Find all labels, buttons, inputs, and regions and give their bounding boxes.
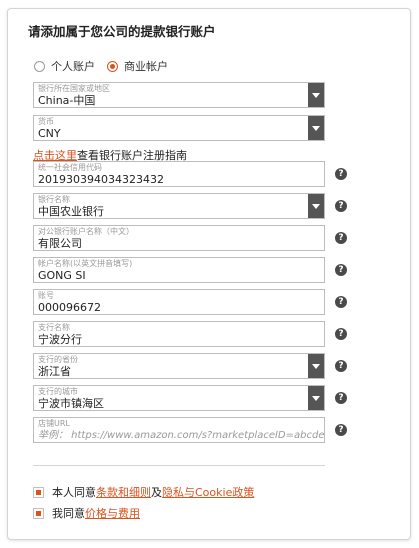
chevron-down-icon[interactable] xyxy=(308,386,324,410)
help-icon[interactable]: ? xyxy=(335,296,347,308)
help-icon[interactable]: ? xyxy=(335,424,347,436)
country-select[interactable]: 银行所在国家或地区 China-中国 xyxy=(33,82,325,108)
field-label: 支行名称 xyxy=(38,323,70,332)
account-name-pinyin-input[interactable]: 帐户名称(以英文拼音填写) GONG SI xyxy=(33,257,325,283)
field-label: 对公银行账户名称（中文） xyxy=(38,227,134,236)
agreement-pricing: 我同意 价格与费用 xyxy=(33,505,140,521)
help-icon[interactable]: ? xyxy=(335,200,347,212)
radio-business-account[interactable]: 商业帐户 xyxy=(107,58,168,74)
privacy-cookie-link[interactable]: 隐私与Cookie政策 xyxy=(162,484,254,500)
radio-personal-account[interactable]: 个人账户 xyxy=(34,58,95,74)
field-label: 帐户名称(以英文拼音填写) xyxy=(38,259,133,268)
field-value: CNY xyxy=(38,127,61,140)
field-label: 支行的城市 xyxy=(38,387,78,396)
currency-select[interactable]: 货币 CNY xyxy=(33,115,325,141)
agreement-connector: 及 xyxy=(151,486,162,499)
field-value: 000096672 xyxy=(38,301,101,314)
pricing-fees-link[interactable]: 价格与费用 xyxy=(85,505,140,521)
radio-checked-icon xyxy=(107,60,118,72)
help-icon[interactable]: ? xyxy=(335,360,347,372)
help-icon[interactable]: ? xyxy=(335,264,347,276)
field-label: 店铺URL xyxy=(38,419,70,428)
bank-name-select[interactable]: 银行名称 中国农业银行 xyxy=(33,193,325,219)
form-title: 请添加属于您公司的提款银行账户 xyxy=(28,24,216,39)
field-value: China-中国 xyxy=(38,94,96,107)
checkbox-checked-icon[interactable] xyxy=(33,507,44,519)
field-label: 货币 xyxy=(38,117,54,126)
field-value: GONG SI xyxy=(38,269,86,282)
chevron-down-icon[interactable] xyxy=(308,83,324,107)
help-icon[interactable]: ? xyxy=(335,168,347,180)
agreement-prefix: 我同意 xyxy=(52,507,85,520)
terms-link[interactable]: 条款和细则 xyxy=(96,484,151,500)
field-value: 有限公司 xyxy=(38,237,82,250)
agreement-prefix: 本人同意 xyxy=(52,486,96,499)
field-label: 银行名称 xyxy=(38,195,70,204)
field-label: 账号 xyxy=(38,291,54,300)
credit-code-input[interactable]: 统一社会信用代码 201930394034323432 xyxy=(33,161,325,187)
field-value: 宁波市镇海区 xyxy=(38,397,104,410)
checkbox-checked-icon[interactable] xyxy=(33,486,44,498)
field-value: 201930394034323432 xyxy=(38,173,164,186)
branch-city-select[interactable]: 支行的城市 宁波市镇海区 xyxy=(33,385,325,411)
field-value: 中国农业银行 xyxy=(38,205,104,218)
radio-label: 商业帐户 xyxy=(124,60,168,73)
help-icon[interactable]: ? xyxy=(335,232,347,244)
help-icon[interactable]: ? xyxy=(335,392,347,404)
chevron-down-icon[interactable] xyxy=(308,354,324,378)
chevron-down-icon[interactable] xyxy=(308,116,324,140)
account-type-radio-group: 个人账户 商业帐户 xyxy=(34,58,180,74)
field-label: 银行所在国家或地区 xyxy=(38,84,110,93)
agreement-terms: 本人同意 条款和细则 及 隐私与Cookie政策 xyxy=(33,484,254,500)
divider xyxy=(33,465,325,466)
company-account-name-input[interactable]: 对公银行账户名称（中文） 有限公司 xyxy=(33,225,325,251)
field-placeholder: 举例： https://www.amazon.com/s?marketplace… xyxy=(38,430,325,441)
field-label: 统一社会信用代码 xyxy=(38,163,102,172)
field-value: 浙江省 xyxy=(38,365,71,378)
radio-label: 个人账户 xyxy=(51,60,95,73)
branch-name-input[interactable]: 支行名称 宁波分行 xyxy=(33,321,325,347)
field-label: 支行的省份 xyxy=(38,355,78,364)
branch-province-select[interactable]: 支行的省份 浙江省 xyxy=(33,353,325,379)
store-url-input[interactable]: 店铺URL 举例： https://www.amazon.com/s?marke… xyxy=(33,417,325,443)
help-icon[interactable]: ? xyxy=(335,328,347,340)
account-number-input[interactable]: 账号 000096672 xyxy=(33,289,325,315)
chevron-down-icon[interactable] xyxy=(308,194,324,218)
field-value: 宁波分行 xyxy=(38,333,82,346)
radio-unchecked-icon xyxy=(34,60,45,72)
